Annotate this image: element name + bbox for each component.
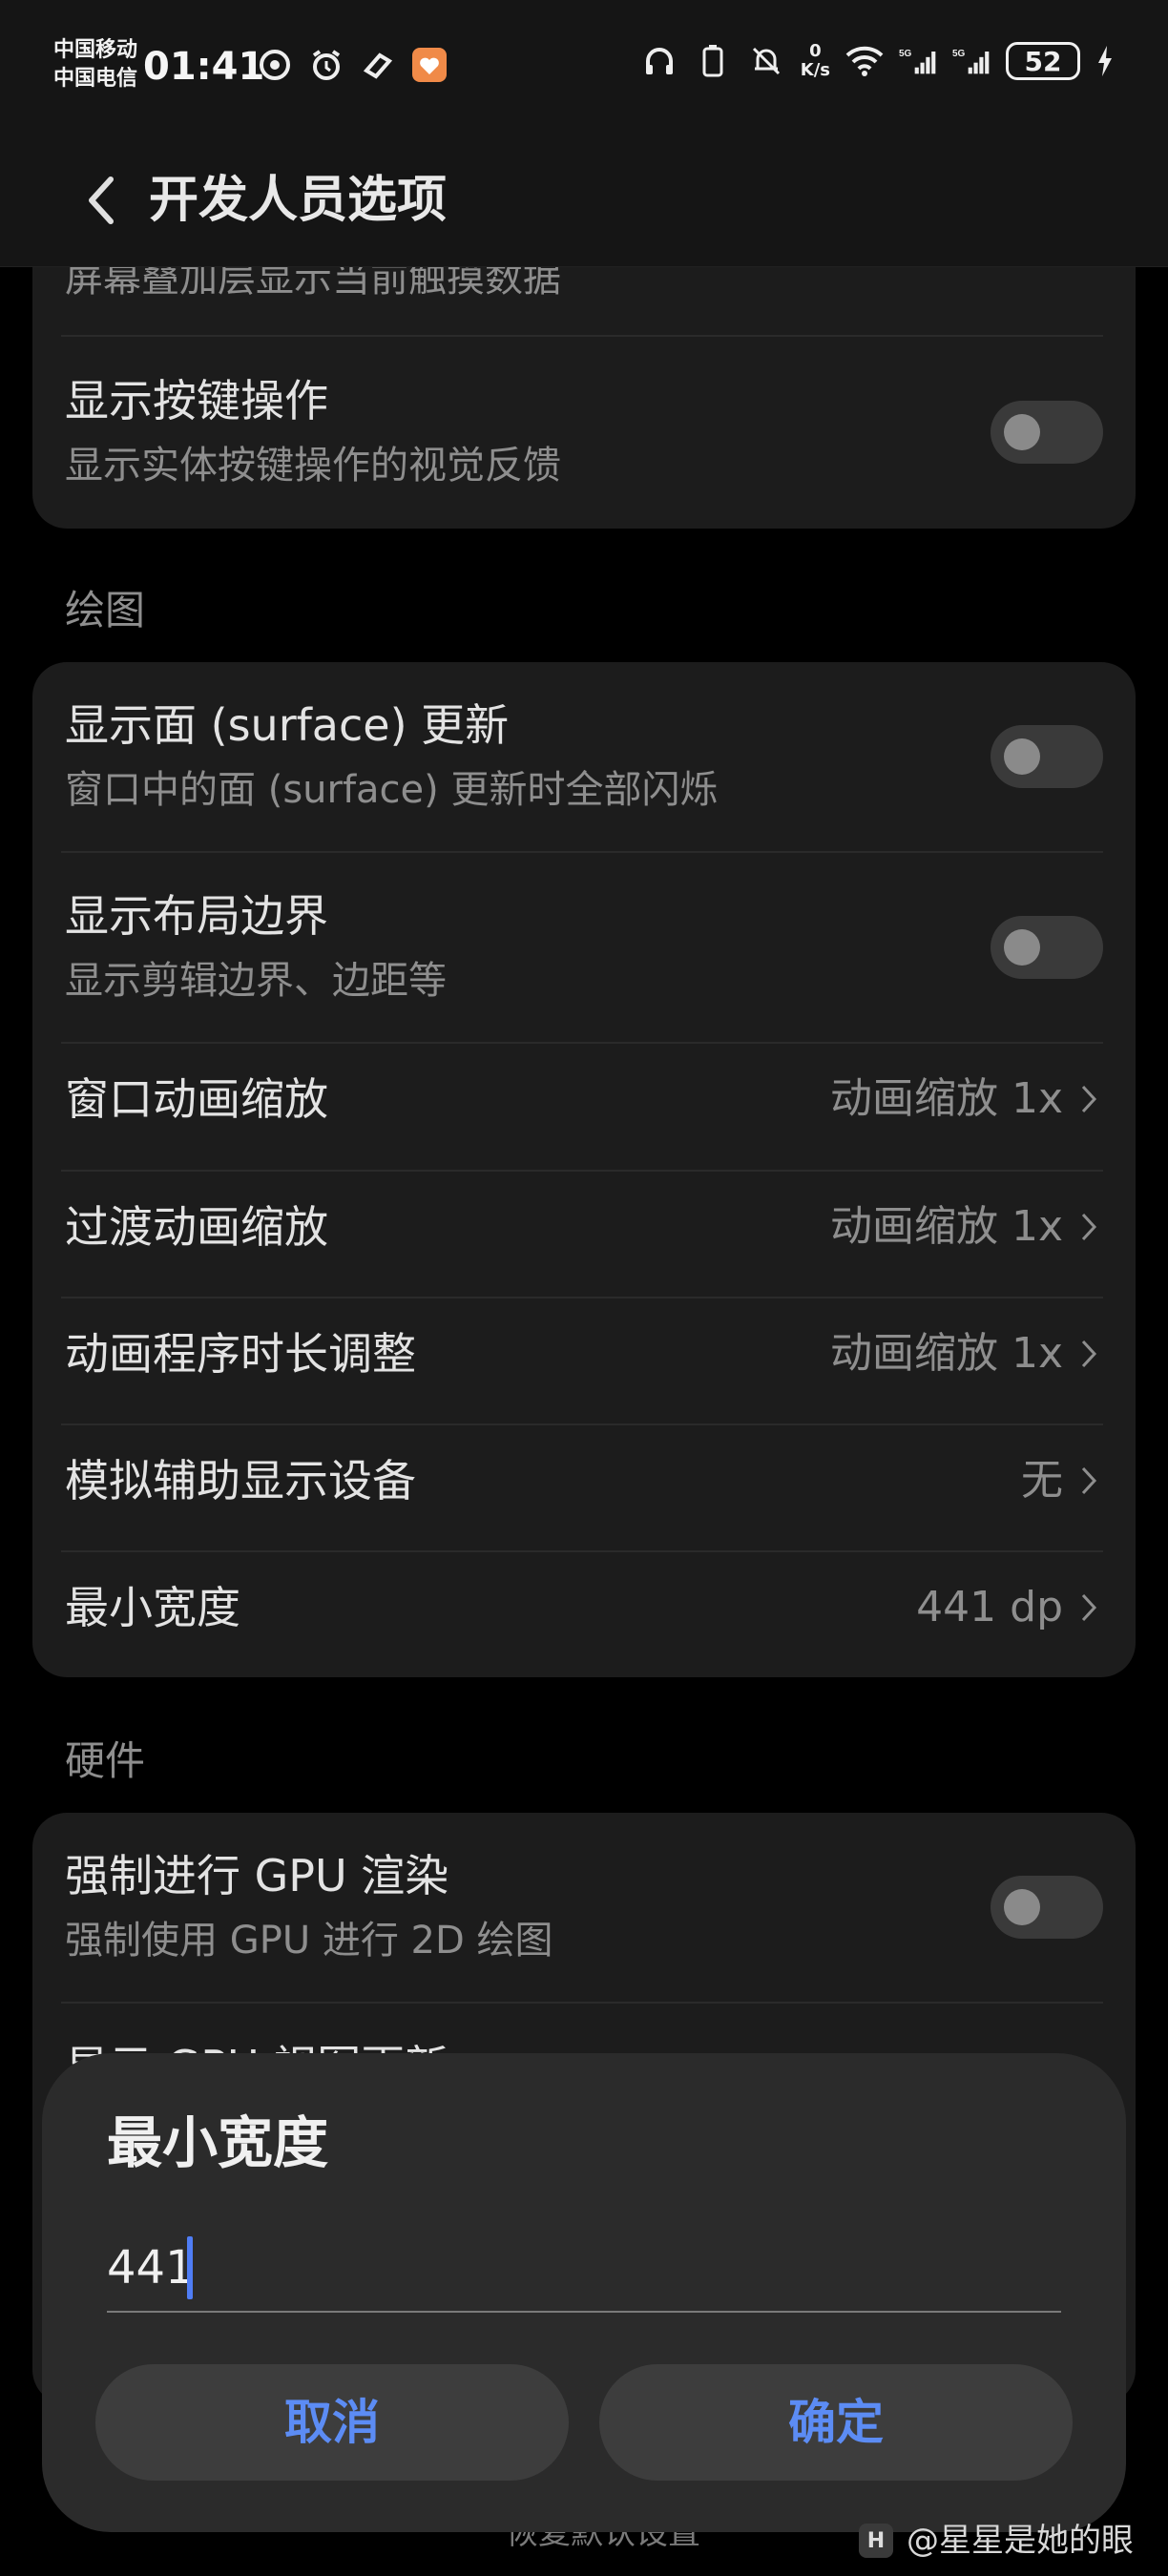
smallest-width-value: 441 dp: [916, 1583, 1063, 1631]
show-key-title: 显示按键操作: [65, 375, 328, 426]
charging-icon: [1095, 42, 1115, 80]
divider: [61, 1042, 1103, 1044]
chevron-right-icon: [1074, 1198, 1103, 1256]
simulate-secondary-display-title: 模拟辅助显示设备: [65, 1455, 416, 1506]
text-cursor: [187, 2236, 193, 2299]
system-icons: 0 K/s 5G 5G 52: [640, 42, 1115, 80]
clock: 01:41: [143, 45, 265, 89]
section-hardware-label: 硬件: [65, 1737, 146, 1784]
back-button[interactable]: [63, 162, 139, 239]
surface-updates-toggle[interactable]: [991, 725, 1103, 788]
confirm-button[interactable]: 确定: [599, 2364, 1073, 2481]
headphones-icon: [640, 42, 678, 80]
divider: [61, 335, 1103, 337]
surface-updates-title: 显示面 (surface) 更新: [65, 699, 510, 751]
force-gpu-rendering-subtitle: 强制使用 GPU 进行 2D 绘图: [65, 1919, 553, 1963]
simulate-secondary-display-value: 无: [1021, 1456, 1063, 1505]
force-gpu-rendering-title: 强制进行 GPU 渲染: [65, 1850, 449, 1901]
smallest-width-title: 最小宽度: [65, 1582, 240, 1633]
carrier-2: 中国电信: [53, 67, 138, 91]
battery-level: 52: [1006, 42, 1080, 80]
heart-app-icon: [410, 46, 448, 84]
show-key-toggle[interactable]: [991, 401, 1103, 464]
divider: [61, 1423, 1103, 1425]
back-arrow-icon: [89, 177, 114, 224]
show-key-subtitle: 显示实体按键操作的视觉反馈: [65, 444, 561, 488]
notification-icons: [256, 46, 448, 84]
wifi-icon: [845, 42, 884, 80]
carrier-info: 中国移动 中国电信: [53, 36, 137, 93]
svg-text:5G: 5G: [899, 49, 912, 59]
app-header: 开发人员选项: [0, 134, 1168, 267]
window-animation-scale-value: 动画缩放 1x: [829, 1074, 1063, 1123]
layout-bounds-title: 显示布局边界: [65, 890, 328, 942]
smallest-width-dialog: 最小宽度 取消 确定: [42, 2053, 1126, 2532]
divider: [61, 851, 1103, 853]
divider: [61, 1297, 1103, 1298]
network-speed: 0 K/s: [800, 41, 830, 80]
transition-animation-scale-value: 动画缩放 1x: [829, 1202, 1063, 1251]
mute-bell-icon: [747, 42, 785, 80]
cancel-button[interactable]: 取消: [95, 2364, 569, 2481]
surface-updates-subtitle: 窗口中的面 (surface) 更新时全部闪烁: [65, 768, 719, 812]
section-drawing-label: 绘图: [65, 587, 146, 634]
screen-recorder-icon: [256, 46, 294, 84]
app-notification-icon: [359, 46, 397, 84]
alarm-icon: [307, 46, 345, 84]
signal-5g-2-icon: 5G: [952, 42, 991, 80]
signal-5g-1-icon: 5G: [899, 42, 937, 80]
chevron-right-icon: [1074, 1452, 1103, 1509]
carrier-1: 中国移动: [53, 38, 138, 62]
watermark-logo: H: [859, 2524, 893, 2558]
divider: [61, 1170, 1103, 1172]
watermark: H @星星是她的眼: [859, 2517, 1134, 2565]
chevron-right-icon: [1074, 1325, 1103, 1382]
screen: 中国移动 中国电信 01:41 0 K/s 5G 5G 52 开发人员选项 屏幕…: [0, 0, 1168, 2576]
page-title: 开发人员选项: [149, 172, 448, 229]
layout-bounds-toggle[interactable]: [991, 916, 1103, 979]
dialog-title: 最小宽度: [107, 2110, 329, 2175]
watermark-text: @星星是她的眼: [907, 2522, 1134, 2560]
layout-bounds-subtitle: 显示剪辑边界、边距等: [65, 959, 447, 1003]
divider: [61, 2002, 1103, 2004]
smallest-width-input[interactable]: [107, 2225, 1061, 2313]
drawing-card: 显示面 (surface) 更新 窗口中的面 (surface) 更新时全部闪烁…: [32, 662, 1136, 1677]
animator-duration-scale-value: 动画缩放 1x: [829, 1329, 1063, 1378]
window-animation-scale-title: 窗口动画缩放: [65, 1073, 328, 1125]
svg-text:5G: 5G: [952, 49, 966, 59]
transition-animation-scale-title: 过渡动画缩放: [65, 1201, 328, 1253]
phone-battery-icon: [694, 42, 732, 80]
divider: [61, 1550, 1103, 1552]
force-gpu-rendering-toggle[interactable]: [991, 1876, 1103, 1939]
chevron-right-icon: [1074, 1070, 1103, 1128]
status-bar: 中国移动 中国电信 01:41 0 K/s 5G 5G 52: [0, 0, 1168, 134]
animator-duration-scale-title: 动画程序时长调整: [65, 1328, 416, 1380]
chevron-right-icon: [1074, 1579, 1103, 1636]
